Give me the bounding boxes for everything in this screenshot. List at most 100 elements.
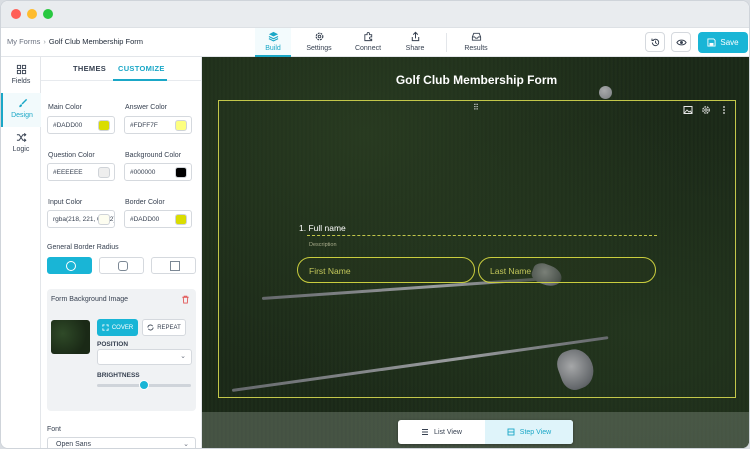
drag-handle-icon[interactable]: ⠿ [473,103,479,112]
cover-button[interactable]: COVER [97,319,138,336]
repeat-button[interactable]: REPEAT [142,319,186,336]
trash-icon[interactable] [181,295,190,304]
main-color-value: #DADD00 [53,122,83,129]
tab-connect[interactable]: Connect [349,28,387,57]
input-color-field[interactable]: rgba(218, 221, 0, 0.2) [47,210,115,228]
input-color-swatch[interactable] [98,214,110,225]
tab-results[interactable]: Results [459,28,493,57]
form-preview-canvas: Golf Club Membership Form ⠿ 1. Full name… [202,57,749,448]
tab-settings[interactable]: Settings [301,28,337,57]
background-color-swatch[interactable] [175,167,187,178]
font-select[interactable]: Open Sans ⌄ [47,437,196,448]
border-color-field[interactable]: #DADD00 [124,210,192,228]
question-color-value: #EEEEEE [53,169,83,176]
question-description[interactable]: Description [309,242,337,248]
tab-customize[interactable]: CUSTOMIZE [118,64,165,73]
rail-item-design-label: Design [11,112,33,119]
panel-tabs: THEMES CUSTOMIZE [41,57,201,81]
input-color-label: Input Color [48,199,83,206]
font-label: Font [47,426,62,433]
maximize-window-button[interactable] [43,9,53,19]
font-select-value: Open Sans [56,441,92,448]
brush-icon [18,98,27,108]
background-color-field[interactable]: #000000 [124,163,192,181]
close-window-button[interactable] [11,9,21,19]
last-name-placeholder: Last Name [490,266,532,276]
radius-square-button[interactable] [151,257,196,274]
answer-color-field[interactable]: #FDFF7F [124,116,192,134]
tab-results-label: Results [464,45,488,52]
font-chevron-down-icon: ⌄ [183,441,189,448]
radius-medium-button[interactable] [99,257,144,274]
question-color-swatch[interactable] [98,167,110,178]
expand-icon [102,324,109,331]
breadcrumb-my-forms[interactable]: My Forms [7,37,40,46]
question-color-label: Question Color [48,152,95,159]
grid-icon [16,64,26,75]
more-vertical-icon[interactable] [719,105,729,115]
minimize-window-button[interactable] [27,9,37,19]
last-name-input[interactable]: Last Name [478,257,656,283]
radius-round-button[interactable] [47,257,92,274]
list-view-button[interactable]: List View [398,420,485,444]
preview-button[interactable] [671,32,691,52]
form-step-container[interactable]: ⠿ 1. Full name Description First Name La… [218,100,736,398]
background-color-value: #000000 [130,169,156,176]
share-icon [399,31,431,44]
position-select[interactable]: ⌄ [97,349,192,365]
main-color-field[interactable]: #DADD00 [47,116,115,134]
list-icon [422,429,429,435]
history-button[interactable] [645,32,665,52]
gear-icon [301,31,337,44]
rail-item-fields[interactable]: Fields [1,59,41,93]
tab-share-label: Share [405,45,425,52]
step-view-button[interactable]: Step View [485,420,573,444]
puzzle-icon [349,31,387,44]
background-image-thumbnail[interactable] [51,320,90,354]
tab-settings-label: Settings [306,45,332,52]
shuffle-icon [16,133,27,142]
history-icon [651,38,659,46]
tab-connect-label: Connect [354,45,382,52]
first-name-input[interactable]: First Name [297,257,475,283]
answer-color-swatch[interactable] [175,120,187,131]
breadcrumb-separator: › [43,37,46,46]
repeat-button-label: REPEAT [157,324,181,331]
rail-item-design[interactable]: Design [1,93,41,127]
active-tab-indicator [113,79,167,81]
main-color-label: Main Color [48,104,82,111]
answer-color-label: Answer Color [125,104,168,111]
repeat-icon [147,324,154,331]
border-color-swatch[interactable] [175,214,187,225]
save-button[interactable]: Save [698,32,748,53]
step-toolbar [683,105,729,115]
question-color-field[interactable]: #EEEEEE [47,163,115,181]
main-color-swatch[interactable] [98,120,110,131]
image-icon[interactable] [683,105,693,115]
save-button-label: Save [720,38,739,47]
answer-color-value: #FDFF7F [130,122,158,129]
brightness-slider-handle[interactable] [139,380,149,390]
circle-icon [66,261,76,271]
question-underline [307,235,657,236]
list-view-label: List View [434,428,462,436]
rounded-square-icon [118,261,128,271]
rail-item-logic[interactable]: Logic [1,127,41,161]
background-image-title: Form Background Image [51,296,129,303]
window-titlebar [1,1,749,28]
tab-build[interactable]: Build [255,28,291,57]
tab-share[interactable]: Share [399,28,431,57]
inbox-icon [459,31,493,44]
step-view-icon [507,428,515,436]
chevron-down-icon: ⌄ [180,353,186,360]
position-label: POSITION [97,341,129,348]
cover-button-label: COVER [111,324,134,331]
gear-icon[interactable] [701,105,711,115]
tab-build-label: Build [265,45,281,52]
left-rail: Fields Design Logic [1,57,41,448]
tab-themes[interactable]: THEMES [73,64,106,73]
rail-item-fields-label: Fields [11,78,31,85]
form-title[interactable]: Golf Club Membership Form [202,73,749,87]
question-title[interactable]: 1. Full name [299,223,346,233]
nav-divider [446,33,447,52]
